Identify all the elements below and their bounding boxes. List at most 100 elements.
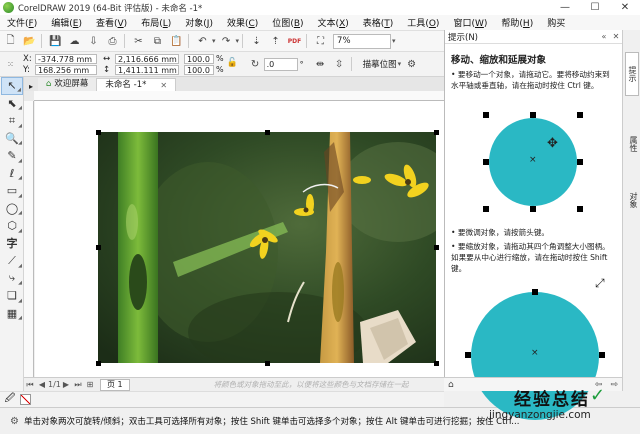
selection-handle[interactable] [433,129,439,135]
side-tab-objects[interactable]: 对象 [625,180,639,220]
height-input[interactable]: 1,411.111 mm [115,64,179,75]
maximize-button[interactable]: ☐ [580,2,610,13]
text-tool-icon[interactable]: 字 [1,235,23,253]
side-tab-properties[interactable]: 属性 [625,124,639,164]
open-icon[interactable]: 📂 [21,33,38,50]
copy-icon[interactable]: ⧉ [149,33,166,50]
menu-item-13[interactable]: 购买 [540,16,572,29]
mirror-vertical-icon[interactable]: ⇳ [331,56,348,73]
selection-handle[interactable] [95,360,101,366]
export-icon[interactable]: ⇡ [267,33,284,50]
redo-dropdown-icon[interactable]: ▾ [236,37,240,45]
rectangle-tool-icon[interactable]: ▭ ◢ [1,182,23,200]
menu-item-5[interactable]: 对象(J) [178,16,220,29]
menu-item-3[interactable]: 查看(V) [89,16,134,29]
docker-close-icon[interactable]: ✕ [610,32,622,41]
angle-input[interactable]: .0 [263,57,298,71]
cloud-upload-icon[interactable]: ☁ [66,33,83,50]
paste-icon[interactable]: 📋 [168,33,185,50]
gear-icon[interactable]: ⚙ [403,56,420,73]
cloud-download-icon[interactable]: ⇩ [85,33,102,50]
save-icon[interactable]: 💾 [47,33,64,50]
new-document-icon[interactable]: 🗋 [2,33,19,50]
undo-dropdown-icon[interactable]: ▾ [212,37,216,45]
vertical-ruler[interactable] [24,101,34,377]
selection-handle[interactable] [95,245,101,250]
menu-item-7[interactable]: 位图(B) [265,16,310,29]
toolbar-divider [124,34,125,48]
close-tab-icon[interactable]: ✕ [160,79,167,92]
crop-tool-icon[interactable]: ⌗ ◢ [1,112,23,130]
last-page-icon[interactable]: ⏭ [72,380,84,390]
freehand-tool-icon[interactable]: ✎ ◢ [1,147,23,165]
selection-handle[interactable] [264,360,270,366]
horizontal-ruler[interactable] [34,91,444,101]
mirror-horizontal-icon[interactable]: ⇹ [312,56,329,73]
selection-handle[interactable] [95,129,101,135]
prev-page-icon[interactable]: ◀ [36,380,48,389]
tab-untitled-document[interactable]: 未命名 -1* ✕ [96,78,177,92]
scale-height-input[interactable]: 100.0 [184,64,214,75]
pick-tool-icon[interactable]: ↖ ◢ [1,77,23,95]
minimize-button[interactable]: — [550,2,580,13]
undo-icon[interactable]: ↶ [194,33,211,50]
side-tab-hints[interactable]: 提示 [625,52,639,96]
hints-move-text: • 要移动一个对象，请拖动它。要将移动约束到水平轴或垂直轴，请在拖动时按住 Ct… [451,70,610,90]
connector-tool-icon[interactable]: ⤷ ◢ [1,270,23,288]
parallel-dimension-icon[interactable]: ⟋ ◢ [1,252,23,270]
zoom-level-select[interactable]: 7% [333,33,392,49]
drawing-canvas[interactable] [35,101,444,377]
polygon-tool-icon[interactable]: ⬡ ◢ [1,217,23,235]
selected-bitmap-photo[interactable] [98,132,436,363]
trace-dropdown-icon[interactable]: ▾ [398,60,402,68]
y-position-input[interactable]: 168.256 mm [35,64,97,75]
cut-icon[interactable]: ✂ [130,33,147,50]
menu-item-10[interactable]: 工具(O) [400,16,446,29]
print-icon[interactable]: ⎙ [104,33,121,50]
add-page-icon[interactable]: ⊞ [84,380,96,389]
width-input[interactable]: 2,116.666 mm [115,53,179,64]
menu-item-8[interactable]: 文本(X) [311,16,356,29]
zoom-tool-icon[interactable]: 🔍 ◢ [1,130,23,148]
publish-pdf-icon[interactable]: PDF [286,33,303,50]
drop-shadow-icon[interactable]: ❏ ◢ [1,287,23,305]
no-color-swatch[interactable] [20,394,31,405]
lock-ratio-icon[interactable]: 🔓 [227,58,239,70]
close-button[interactable]: ✕ [610,2,640,13]
first-page-icon[interactable]: ⏮ [24,380,36,390]
selection-handle[interactable] [433,245,439,250]
ellipse-tool-icon[interactable]: ◯ ◢ [1,200,23,218]
artistic-media-icon[interactable]: ℓ ◢ [1,165,23,183]
selection-handle[interactable] [264,129,270,135]
redo-icon[interactable]: ↷ [218,33,235,50]
home-icon[interactable]: ⌂ [444,380,458,390]
full-screen-icon[interactable]: ⛶ [312,33,329,50]
zoom-dropdown-icon[interactable]: ▾ [392,37,396,45]
demo-handle [530,206,536,212]
tab-menu-icon[interactable]: ▸ [24,82,38,91]
tab-welcome-screen[interactable]: ⌂ 欢迎屏幕 [38,78,97,91]
menu-item-6[interactable]: 效果(C) [220,16,265,29]
shape-tool-icon[interactable]: ⬉ ◢ [1,95,23,113]
ruler-origin[interactable] [24,91,34,101]
trace-bitmap-button[interactable]: 描摹位图 [363,58,397,70]
page-1-tab[interactable]: 页 1 [100,378,130,391]
transparency-tool-icon[interactable]: ▦ ◢ [1,305,23,323]
menu-item-11[interactable]: 窗口(W) [446,16,494,29]
selection-handle[interactable] [433,360,439,366]
eyedropper-icon[interactable]: 🖉 [0,391,20,408]
next-page-icon[interactable]: ▶ [60,380,72,389]
import-icon[interactable]: ⇣ [248,33,265,50]
object-origin-icon[interactable]: ⁙ [2,56,19,73]
menu-item-2[interactable]: 编辑(E) [44,16,89,29]
toolbar-divider [306,34,308,48]
gear-icon[interactable]: ⚙ [10,416,19,427]
menu-item-9[interactable]: 表格(T) [356,16,401,29]
docker-collapse-icon[interactable]: « [598,32,610,41]
menu-item-1[interactable]: 文件(F) [0,16,44,29]
scale-width-input[interactable]: 100.0 [184,53,214,64]
menu-item-4[interactable]: 布局(L) [134,16,178,29]
x-position-input[interactable]: -374.778 mm [35,53,97,64]
menu-item-12[interactable]: 帮助(H) [494,16,540,29]
position-fields: X: -374.778 mm Y: 168.256 mm [23,53,97,75]
